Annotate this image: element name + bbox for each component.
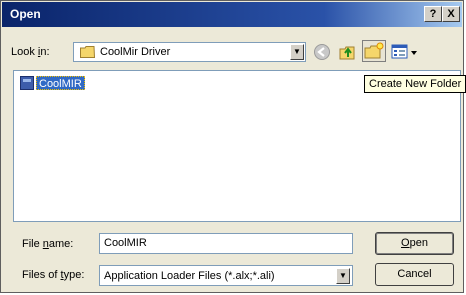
look-in-dropdown[interactable]: CoolMir Driver ▼ <box>73 42 306 62</box>
look-in-label-suffix: n: <box>40 46 50 58</box>
open-dialog: Open ? X Look in: CoolMir Driver ▼ CoolM… <box>0 0 466 293</box>
file-name-input[interactable]: CoolMIR <box>99 233 353 254</box>
open-button[interactable]: Open <box>375 232 454 255</box>
look-in-label: Look in: <box>11 46 50 58</box>
help-button[interactable]: ? <box>424 6 442 22</box>
open-button-accel: O <box>401 237 410 249</box>
files-of-type-label: Files of type: <box>22 269 84 281</box>
create-new-folder-icon[interactable] <box>362 40 386 62</box>
files-of-type-value: Application Loader Files (*.alx;*.ali) <box>104 270 275 282</box>
up-folder-icon[interactable] <box>339 43 357 61</box>
file-name-label-prefix: File <box>22 238 43 250</box>
open-button-label: pen <box>409 237 428 249</box>
files-of-type-label-suffix: ype: <box>63 269 85 281</box>
new-folder-glyph-icon <box>364 42 384 59</box>
back-icon[interactable] <box>313 43 331 61</box>
look-in-value: CoolMir Driver <box>100 46 171 58</box>
chevron-down-icon[interactable]: ▼ <box>290 44 304 60</box>
file-icon <box>20 76 34 90</box>
title-bar[interactable]: Open ? X <box>2 2 462 27</box>
file-name: CoolMIR <box>36 76 85 90</box>
file-name-label: File name: <box>22 238 73 250</box>
folder-icon <box>80 46 95 58</box>
files-of-type-dropdown[interactable]: Application Loader Files (*.alx;*.ali) ▼ <box>99 265 353 286</box>
file-name-label-suffix: ame: <box>48 238 74 250</box>
close-button[interactable]: X <box>442 6 460 22</box>
window-title: Open <box>10 7 41 21</box>
chevron-down-icon[interactable]: ▼ <box>336 268 350 284</box>
views-menu-icon[interactable] <box>391 43 419 61</box>
look-in-label-prefix: Look <box>11 46 38 58</box>
files-of-type-label-prefix: Files of <box>22 269 61 281</box>
cancel-button[interactable]: Cancel <box>375 263 454 286</box>
tooltip: Create New Folder <box>364 75 466 93</box>
